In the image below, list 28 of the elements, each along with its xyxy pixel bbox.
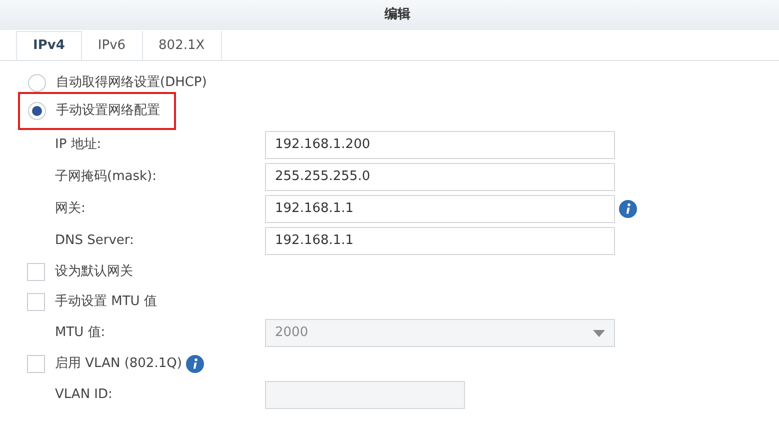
radio-option[interactable]: 手动设置网络配置 [18, 92, 176, 130]
tab[interactable]: IPv6 [82, 31, 143, 60]
checkbox-label: 启用 VLAN (802.1Q) [55, 355, 182, 374]
input-field[interactable]: 255.255.255.0 [265, 163, 615, 191]
field-label: VLAN ID: [54, 386, 114, 404]
checkbox[interactable] [27, 263, 45, 281]
tab[interactable]: 802.1X [142, 31, 222, 60]
field-label: MTU 值: [54, 324, 106, 342]
info-icon[interactable] [186, 355, 204, 373]
input-field[interactable]: 192.168.1.1 [265, 195, 615, 223]
field-label: 网关: [54, 200, 86, 218]
field-label: 子网掩码(mask): [54, 168, 158, 186]
checkbox-label: 设为默认网关 [55, 263, 133, 282]
checkbox[interactable] [27, 355, 45, 373]
window-title: 编辑 [384, 6, 410, 24]
input-field[interactable]: 192.168.1.200 [265, 131, 615, 159]
field-label: DNS Server: [54, 232, 135, 250]
input-field[interactable]: 192.168.1.1 [265, 227, 615, 255]
field-label: IP 地址: [54, 136, 102, 154]
radio-button[interactable] [28, 74, 46, 92]
tab[interactable]: IPv4 [16, 31, 82, 60]
caret-icon [593, 330, 605, 336]
checkbox[interactable] [27, 293, 45, 311]
checkbox-label: 手动设置 MTU 值 [55, 293, 157, 312]
radio-label: 自动取得网络设置(DHCP) [56, 74, 207, 92]
info-icon[interactable] [619, 200, 637, 218]
radio-label: 手动设置网络配置 [56, 102, 160, 120]
radio-button[interactable] [28, 102, 46, 120]
